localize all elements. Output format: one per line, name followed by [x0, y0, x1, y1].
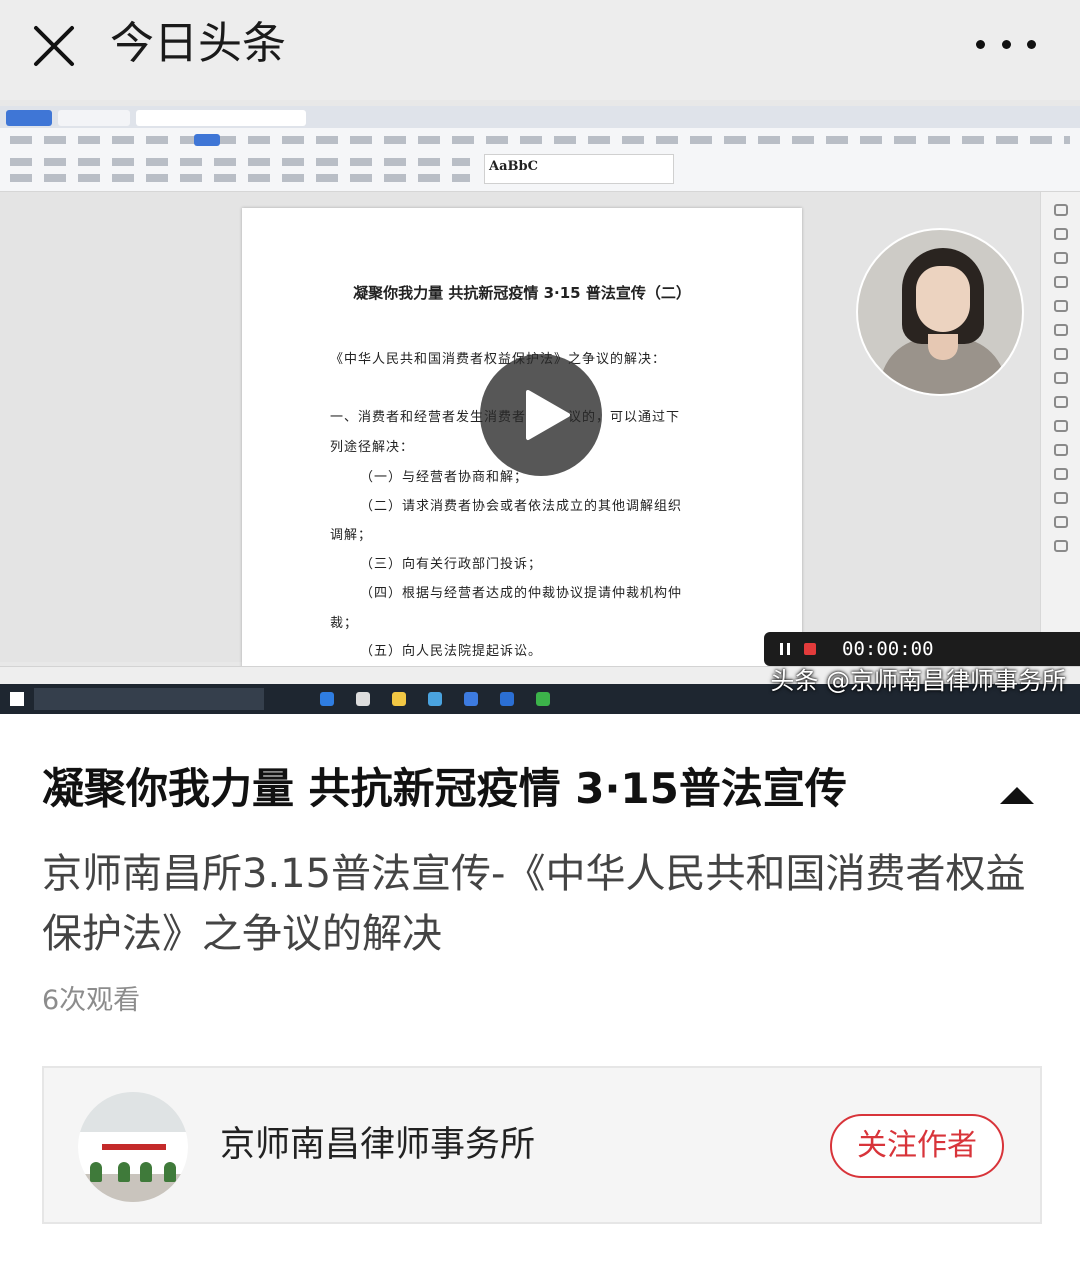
recorder-bar: 00:00:00 — [764, 632, 1080, 666]
taskbar-search-box — [34, 688, 264, 710]
doc-line: （二）请求消费者协会或者依法成立的其他调解组织 — [360, 499, 683, 514]
browser-icon — [464, 692, 478, 706]
doc-line: 《中华人民共和国消费者权益保护法》之争议的解决： — [330, 352, 667, 367]
video-player[interactable]: AaBbC 凝聚你我力量 共抗新冠疫情 3·15 普法宣传（二） 《中华人民共和… — [0, 100, 1080, 714]
doc-line: 裁； — [330, 616, 359, 631]
wechat-icon — [536, 692, 550, 706]
pause-icon — [780, 643, 790, 655]
video-description: 京师南昌所3.15普法宣传-《中华人民共和国消费者权益保护法》之争议的解决 — [42, 851, 1026, 957]
author-name[interactable]: 京师南昌律师事务所 — [220, 1122, 535, 1168]
folder-icon — [392, 692, 406, 706]
play-icon — [526, 390, 570, 440]
author-card[interactable]: 京师南昌律师事务所 关注作者 — [42, 1066, 1042, 1224]
close-button[interactable] — [28, 20, 80, 72]
view-count: 6次观看 — [42, 985, 141, 1016]
collapse-button[interactable] — [998, 784, 1036, 806]
doc-line: （一）与经营者协商和解； — [360, 470, 529, 485]
presenter-webcam — [856, 228, 1024, 396]
more-dots-icon — [976, 39, 985, 49]
collapse-up-icon — [1000, 787, 1034, 804]
video-watermark: 头条 @京师南昌律师事务所 — [770, 667, 1066, 695]
store-icon — [356, 692, 370, 706]
recording-time: 00:00:00 — [842, 638, 934, 660]
wps-ribbon: AaBbC — [0, 128, 1080, 192]
wps-template-tab — [58, 110, 130, 126]
qq-browser-icon — [428, 692, 442, 706]
nav-title: 今日头条 — [110, 18, 286, 69]
stop-icon — [804, 643, 816, 655]
wps-document-tab — [136, 110, 306, 126]
edge-icon — [320, 692, 334, 706]
author-avatar[interactable] — [78, 1092, 188, 1202]
play-button[interactable] — [480, 354, 602, 476]
video-title: 凝聚你我力量 共抗新冠疫情 3·15普法宣传 — [42, 764, 847, 813]
follow-author-button[interactable]: 关注作者 — [830, 1114, 1004, 1178]
wps-home-tab — [6, 110, 52, 126]
doc-line: 调解； — [330, 528, 373, 543]
windows-start-icon — [10, 692, 24, 706]
doc-line: （三）向有关行政部门投诉； — [360, 557, 543, 572]
wps-taskbar-icon — [500, 692, 514, 706]
styles-gallery: AaBbC — [484, 154, 674, 184]
wps-tab-strip — [0, 106, 1080, 128]
doc-line: （四）根据与经营者达成的仲裁协议提请仲裁机构仲 — [360, 586, 683, 601]
more-button[interactable] — [976, 26, 1036, 62]
doc-line: 列途径解决： — [330, 440, 415, 455]
top-nav-bar: 今日头条 — [0, 0, 1080, 100]
doc-line: （五）向人民法院提起诉讼。 — [360, 644, 543, 659]
side-toolbar — [1040, 192, 1080, 672]
close-icon — [34, 26, 74, 66]
ribbon-start-tab — [194, 134, 220, 146]
doc-title: 凝聚你我力量 共抗新冠疫情 3·15 普法宣传（二） — [353, 284, 691, 302]
